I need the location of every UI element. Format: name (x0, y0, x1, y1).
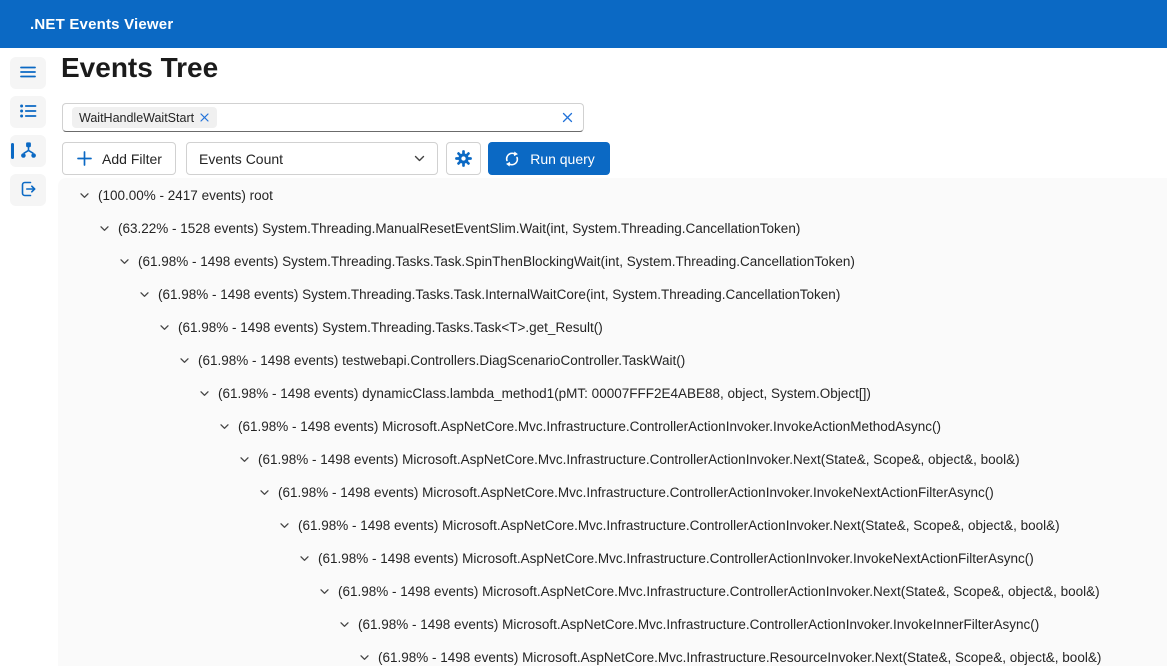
chevron-down-icon (414, 155, 425, 162)
clear-icon (562, 112, 573, 123)
chevron-down-icon[interactable] (298, 552, 311, 565)
clear-filters-button[interactable] (561, 111, 574, 124)
remove-filter-chip-icon[interactable] (199, 112, 210, 123)
chevron-down-icon[interactable] (258, 486, 271, 499)
tree-row[interactable]: (61.98% - 1498 events) Microsoft.AspNetC… (58, 476, 1167, 509)
sidebar-item-events-tree[interactable] (10, 135, 46, 167)
chevron-down-icon[interactable] (198, 387, 211, 400)
tree-row-label: (61.98% - 1498 events) testwebapi.Contro… (198, 353, 686, 368)
tree-row[interactable]: (61.98% - 1498 events) System.Threading.… (58, 245, 1167, 278)
tree-row-label: (61.98% - 1498 events) Microsoft.AspNetC… (258, 452, 1020, 467)
filter-input[interactable]: WaitHandleWaitStart (62, 103, 584, 132)
sidebar-item-exit[interactable] (10, 174, 46, 206)
exit-icon (18, 179, 38, 202)
tree-row[interactable]: (61.98% - 1498 events) Microsoft.AspNetC… (58, 509, 1167, 542)
chevron-down-icon[interactable] (158, 321, 171, 334)
sidebar-item-menu[interactable] (10, 57, 46, 89)
chevron-down-icon[interactable] (318, 585, 331, 598)
tree-row[interactable]: (61.98% - 1498 events) dynamicClass.lamb… (58, 377, 1167, 410)
tree-row[interactable]: (61.98% - 1498 events) Microsoft.AspNetC… (58, 410, 1167, 443)
tree-row[interactable]: (63.22% - 1528 events) System.Threading.… (58, 212, 1167, 245)
tree-row-label: (61.98% - 1498 events) Microsoft.AspNetC… (338, 584, 1100, 599)
add-icon (77, 151, 92, 166)
query-type-select[interactable]: Events Count (186, 142, 438, 175)
chevron-down-icon[interactable] (218, 420, 231, 433)
tree-row-label: (61.98% - 1498 events) Microsoft.AspNetC… (378, 650, 1102, 665)
app-window: .NET Events Viewer Events Tree WaitHandl… (0, 0, 1167, 666)
app-title: .NET Events Viewer (30, 15, 174, 33)
chevron-down-icon[interactable] (278, 519, 291, 532)
run-query-label: Run query (530, 150, 595, 167)
add-filter-button[interactable]: Add Filter (62, 142, 176, 175)
tree-row-label: (61.98% - 1498 events) System.Threading.… (158, 287, 841, 302)
tree-row[interactable]: (61.98% - 1498 events) Microsoft.AspNetC… (58, 608, 1167, 641)
filter-chip: WaitHandleWaitStart (72, 107, 218, 128)
tree-row[interactable]: (61.98% - 1498 events) testwebapi.Contro… (58, 344, 1167, 377)
app-bar: .NET Events Viewer (0, 0, 1167, 48)
hamburger-menu-icon (18, 62, 38, 85)
chevron-down-icon[interactable] (238, 453, 251, 466)
chevron-down-icon[interactable] (338, 618, 351, 631)
chevron-down-icon[interactable] (358, 651, 371, 664)
tree-row-label: (61.98% - 1498 events) Microsoft.AspNetC… (278, 485, 994, 500)
gear-icon (455, 150, 472, 167)
tree-row[interactable]: (100.00% - 2417 events) root (58, 179, 1167, 212)
chevron-down-icon[interactable] (178, 354, 191, 367)
tree-row-label: (63.22% - 1528 events) System.Threading.… (118, 221, 801, 236)
chevron-down-icon[interactable] (98, 222, 111, 235)
tree-row[interactable]: (61.98% - 1498 events) System.Threading.… (58, 311, 1167, 344)
chevron-down-icon[interactable] (78, 189, 91, 202)
tree-row-label: (61.98% - 1498 events) Microsoft.AspNetC… (318, 551, 1034, 566)
sidebar (0, 48, 56, 666)
chevron-down-icon[interactable] (138, 288, 151, 301)
tree-row[interactable]: (61.98% - 1498 events) Microsoft.AspNetC… (58, 641, 1167, 666)
tree-row-label: (100.00% - 2417 events) root (98, 188, 273, 203)
add-filter-label: Add Filter (102, 150, 162, 167)
settings-button[interactable] (446, 142, 481, 175)
bulleted-list-icon (18, 101, 38, 124)
sync-icon (506, 150, 519, 167)
tree-row-label: (61.98% - 1498 events) Microsoft.AspNetC… (298, 518, 1060, 533)
tree-row-label: (61.98% - 1498 events) Microsoft.AspNetC… (238, 419, 942, 434)
chevron-down-icon[interactable] (118, 255, 131, 268)
run-query-button[interactable]: Run query (488, 142, 610, 175)
tree-row-label: (61.98% - 1498 events) System.Threading.… (138, 254, 855, 269)
filter-chip-label: WaitHandleWaitStart (79, 110, 195, 125)
events-tree-icon (18, 140, 39, 163)
query-type-value: Events Count (199, 150, 284, 167)
tree-row[interactable]: (61.98% - 1498 events) Microsoft.AspNetC… (58, 575, 1167, 608)
page-title: Events Tree (61, 52, 219, 83)
tree-row-label: (61.98% - 1498 events) Microsoft.AspNetC… (358, 617, 1040, 632)
sidebar-item-events-list[interactable] (10, 96, 46, 128)
tree-row[interactable]: (61.98% - 1498 events) Microsoft.AspNetC… (58, 542, 1167, 575)
selection-indicator (11, 143, 14, 159)
tree-row-label: (61.98% - 1498 events) dynamicClass.lamb… (218, 386, 871, 401)
tree-row-label: (61.98% - 1498 events) System.Threading.… (178, 320, 603, 335)
events-tree: (100.00% - 2417 events) root (63.22% - 15… (58, 178, 1167, 666)
tree-row[interactable]: (61.98% - 1498 events) System.Threading.… (58, 278, 1167, 311)
tree-row[interactable]: (61.98% - 1498 events) Microsoft.AspNetC… (58, 443, 1167, 476)
